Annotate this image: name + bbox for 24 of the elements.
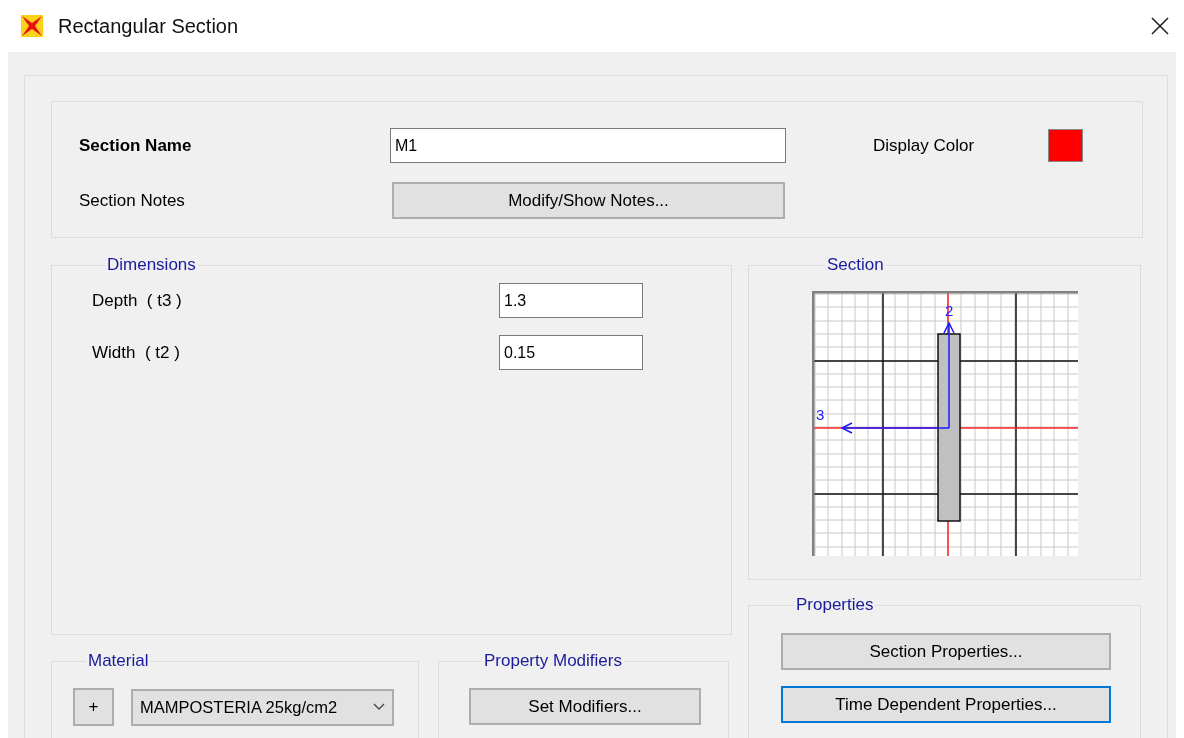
section-notes-label: Section Notes [79,190,186,211]
chevron-down-icon [373,703,385,711]
add-material-button[interactable]: + [73,688,114,726]
app-logo-icon [20,14,44,38]
properties-button[interactable]: Time Dependent Properties... [781,686,1111,723]
group-title: Section [826,255,885,275]
dimension-field[interactable]: 0.15 [499,335,643,370]
dimension-label: Depth ( t3 ) [92,290,183,311]
group-title: Property Modifiers [483,651,623,671]
dimension-label: Width ( t2 ) [92,342,181,363]
section-name-label: Section Name [79,135,193,156]
group-title: Dimensions [106,255,197,275]
properties-button[interactable]: Section Properties... [781,633,1111,670]
color-swatch[interactable] [1048,129,1083,162]
modify-notes-button[interactable]: Modify/Show Notes... [392,182,785,219]
dimension-field[interactable]: 1.3 [499,283,643,318]
window-title: Rectangular Section [58,14,239,38]
set-modifiers-button[interactable]: Set Modifiers... [469,688,701,725]
material-dropdown[interactable]: MAMPOSTERIA 25kg/cm2 [131,688,394,726]
group-title: Properties [795,595,875,615]
section-name-field[interactable]: M1 [390,128,786,163]
close-icon[interactable] [1151,17,1169,35]
group-title: Material [87,651,150,671]
display-color-label: Display Color [873,135,976,156]
